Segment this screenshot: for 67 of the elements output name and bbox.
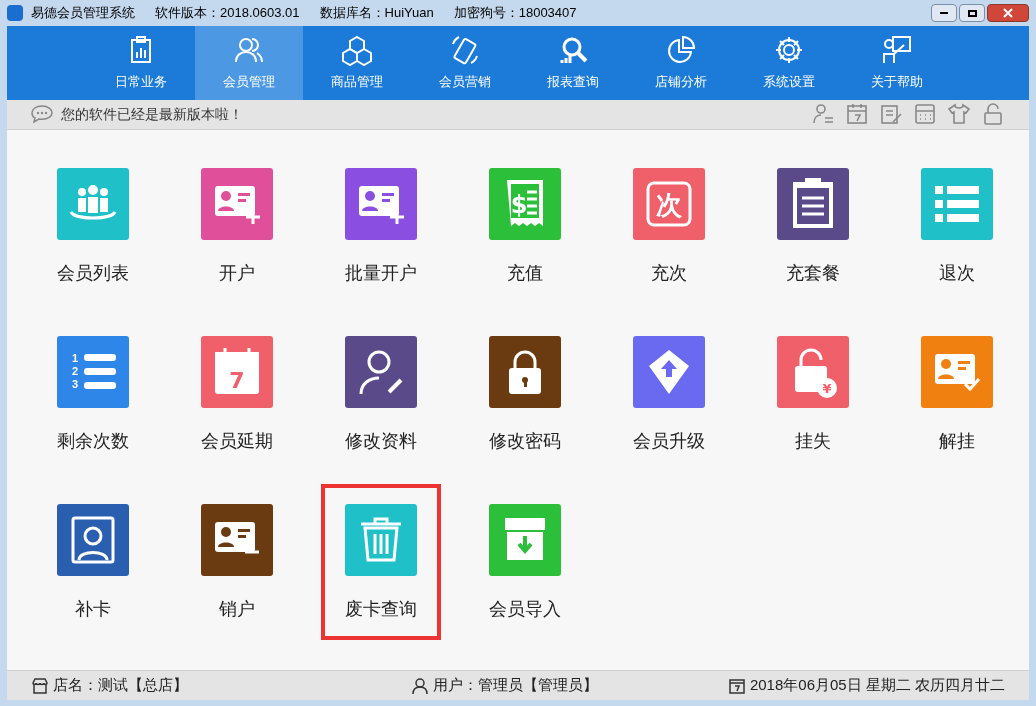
- calendar-icon[interactable]: [845, 102, 869, 127]
- function-tile[interactable]: 7 会员延期: [177, 316, 297, 473]
- shirt-icon[interactable]: [947, 102, 971, 127]
- database-label: 数据库名：HuiYuan: [319, 4, 434, 23]
- pictogram-drawing: [505, 518, 545, 561]
- dongle-label: 加密狗号：18003407: [453, 4, 577, 23]
- nav-tab[interactable]: 关于帮助: [843, 26, 951, 100]
- function-tile[interactable]: 修改资料: [321, 316, 441, 473]
- function-tile[interactable]: 会员列表: [33, 148, 153, 305]
- pictogram-drawing: [69, 185, 117, 220]
- close-button[interactable]: [987, 4, 1029, 23]
- icon-glyph: $: [510, 191, 528, 220]
- calendar-icon: [727, 676, 746, 695]
- icon-glyph: ¥: [822, 381, 832, 397]
- boxes-icon: [341, 34, 373, 67]
- shop-icon: [31, 676, 49, 695]
- pictogram-drawing: [359, 186, 406, 226]
- window-title: 易德会员管理系统: [31, 4, 135, 23]
- pictogram-drawing: [215, 522, 259, 554]
- icon-glyph: 123: [71, 352, 79, 391]
- pictogram-drawing: [793, 178, 833, 229]
- function-tile[interactable]: 修改密码: [465, 316, 585, 473]
- lock-icon[interactable]: [981, 102, 1005, 127]
- notice-text: 您的软件已经是最新版本啦！: [61, 104, 243, 124]
- notepad-edit-icon[interactable]: [879, 102, 903, 127]
- nav-tab[interactable]: 商品管理: [303, 26, 411, 100]
- pictogram-drawing: [935, 186, 979, 223]
- function-tile[interactable]: 销户: [177, 484, 297, 641]
- function-tile[interactable]: 充套餐: [753, 148, 873, 305]
- version-label: 软件版本：2018.0603.01: [155, 4, 300, 23]
- icon-glyph: 次: [656, 190, 682, 221]
- function-tile[interactable]: 开户: [177, 148, 297, 305]
- nav-tab[interactable]: 会员营销: [411, 26, 519, 100]
- function-tile[interactable]: 退次: [897, 148, 1017, 305]
- date-label: 2018年06月05日 星期二 农历四月廿二: [749, 675, 1005, 696]
- pictogram-drawing: [215, 186, 262, 226]
- function-tile[interactable]: 废卡查询: [321, 484, 441, 641]
- pictogram-drawing: [71, 516, 115, 564]
- icon-glyph: 7: [229, 368, 245, 394]
- calculator-icon[interactable]: [913, 102, 937, 127]
- nav-tab[interactable]: 系统设置: [735, 26, 843, 100]
- function-tile[interactable]: 会员升级: [609, 316, 729, 473]
- phone-icon: [449, 34, 481, 67]
- pictogram-drawing: [935, 354, 981, 392]
- function-tile[interactable]: 次 充次: [609, 148, 729, 305]
- function-tile[interactable]: 123 剩余次数: [33, 316, 153, 473]
- pictogram-drawing: [359, 350, 403, 395]
- function-tile[interactable]: ¥ 挂失: [753, 316, 873, 473]
- function-tile[interactable]: 解挂: [897, 316, 1017, 473]
- function-tile[interactable]: 补卡: [33, 484, 153, 641]
- app-logo-icon: [7, 5, 23, 22]
- maximize-button[interactable]: [959, 4, 985, 23]
- pictogram-drawing: [509, 350, 541, 395]
- pictogram-drawing: [359, 517, 403, 562]
- nav-tab[interactable]: 日常业务: [87, 26, 195, 100]
- pictogram-drawing: [649, 350, 689, 395]
- minimize-button[interactable]: [931, 4, 957, 23]
- chat-bubble-icon: [31, 104, 53, 125]
- user-icon: [411, 676, 429, 695]
- nav-tab[interactable]: 店铺分析: [627, 26, 735, 100]
- close-icon: [1003, 8, 1013, 19]
- nav-tab[interactable]: 报表查询: [519, 26, 627, 100]
- function-tile[interactable]: $ 充值: [465, 148, 585, 305]
- store-label: 店名：测试【总店】: [53, 675, 188, 696]
- function-tile[interactable]: 会员导入: [465, 484, 585, 641]
- function-tile[interactable]: 批量开户: [321, 148, 441, 305]
- user-label: 用户：管理员【管理员】: [433, 675, 598, 696]
